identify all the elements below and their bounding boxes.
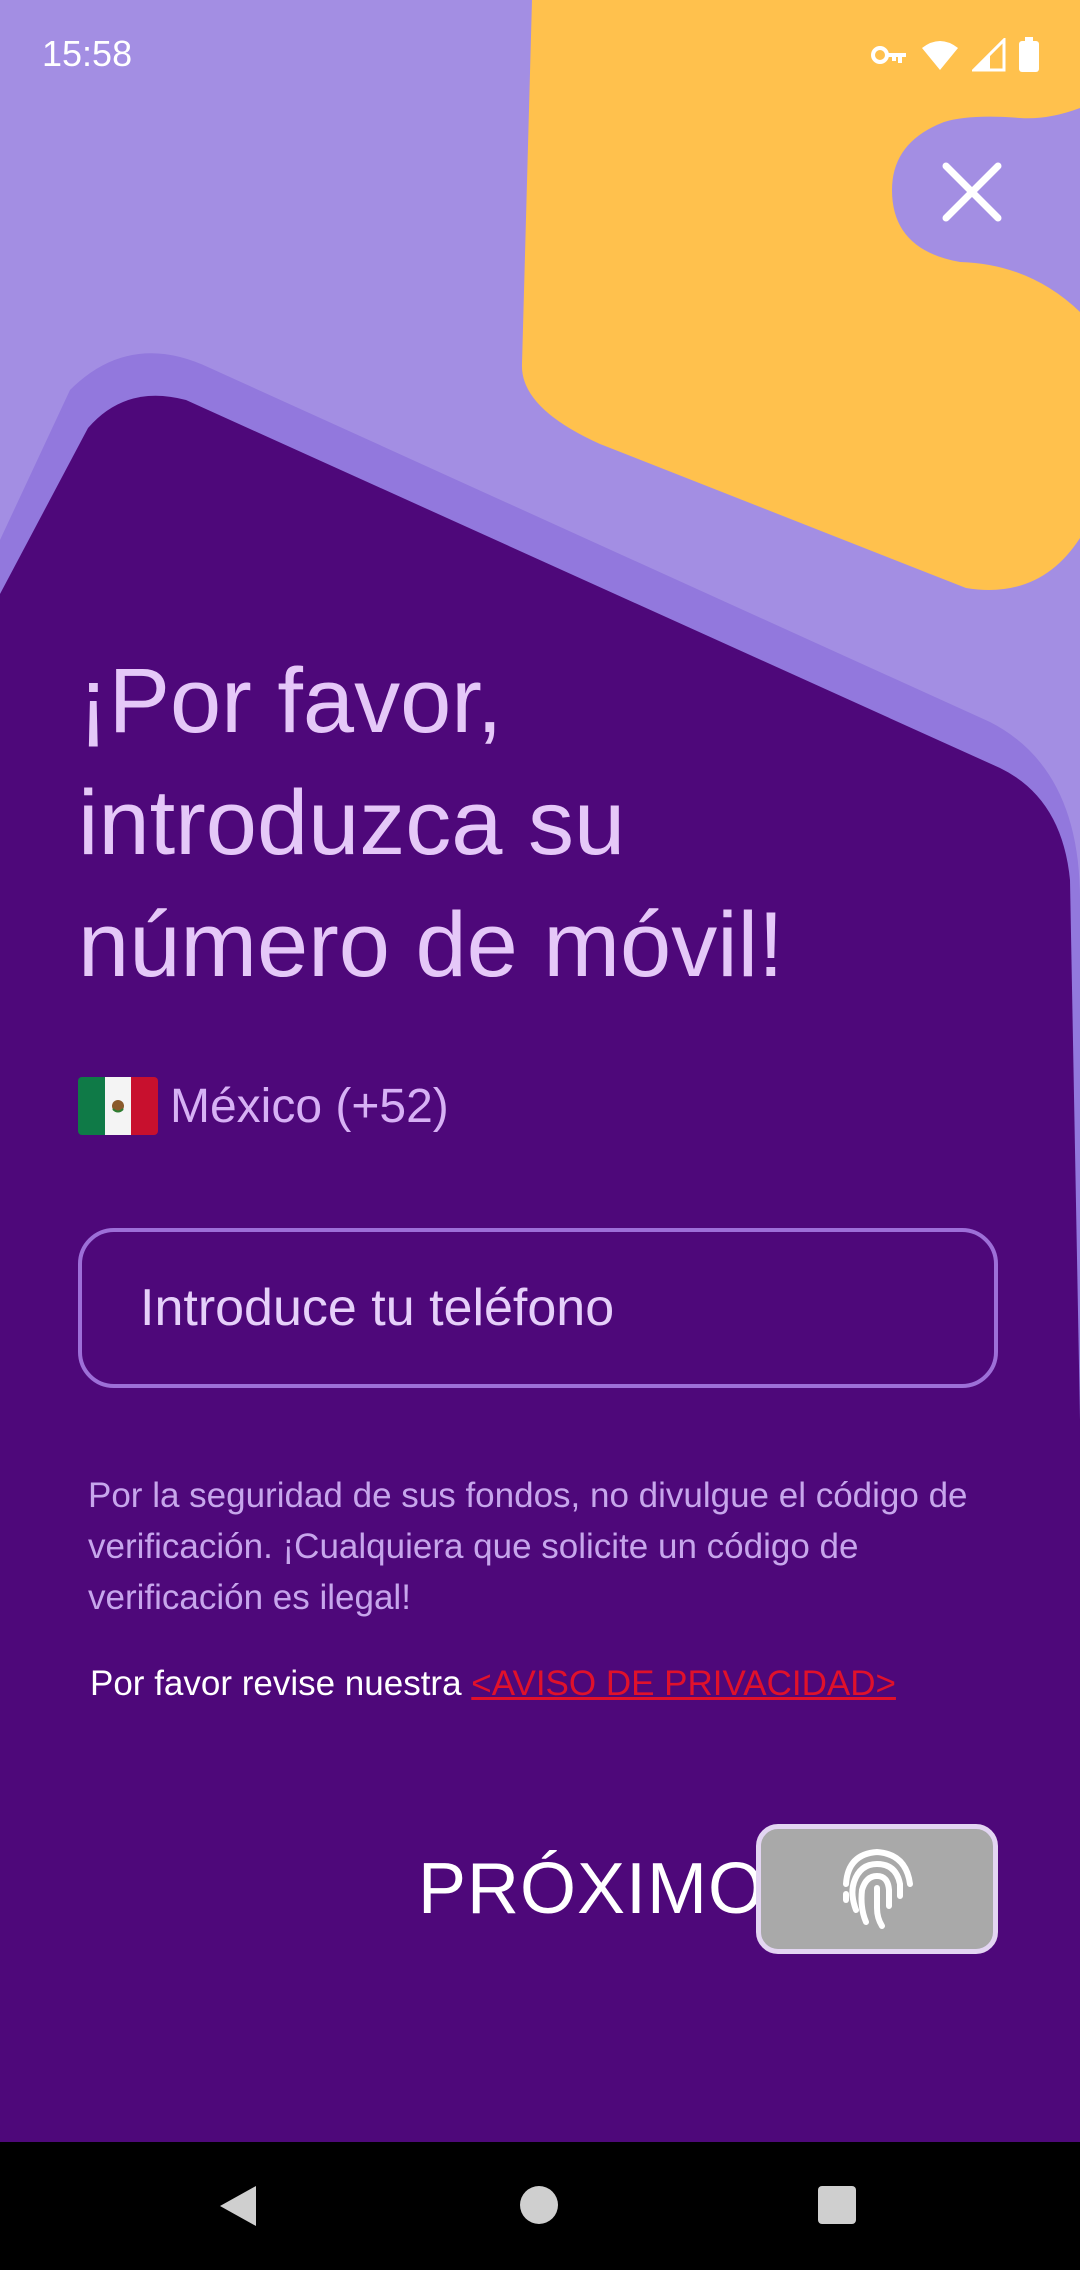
mexico-flag-icon xyxy=(78,1077,158,1135)
status-time: 15:58 xyxy=(42,33,133,74)
close-button[interactable] xyxy=(892,122,1080,262)
fingerprint-icon xyxy=(843,1848,913,1929)
title-line-3: número de móvil! xyxy=(78,894,784,996)
home-icon[interactable] xyxy=(520,2186,558,2224)
signal-icon xyxy=(972,38,1006,72)
country-label: México (+52) xyxy=(170,1079,449,1133)
status-bar: 15:58 xyxy=(0,0,1080,110)
title-line-1: ¡Por favor, xyxy=(78,650,503,752)
privacy-row: Por favor revise nuestra <AVISO DE PRIVA… xyxy=(90,1664,896,1704)
next-button[interactable] xyxy=(756,1824,998,1954)
status-icons xyxy=(870,34,1040,76)
key-icon xyxy=(871,46,906,64)
navigation-bar xyxy=(0,2142,1080,2270)
country-selector[interactable]: México (+52) xyxy=(78,1070,449,1142)
title-line-2: introduzca su xyxy=(78,772,626,874)
recents-icon[interactable] xyxy=(818,2186,856,2224)
phone-number-input[interactable] xyxy=(78,1228,998,1388)
back-icon[interactable] xyxy=(216,2184,260,2228)
wifi-icon xyxy=(922,41,958,70)
page-title: ¡Por favor, introduzca su número de móvi… xyxy=(78,640,978,1006)
close-icon xyxy=(942,162,1002,222)
security-notice: Por la seguridad de sus fondos, no divul… xyxy=(88,1476,968,1617)
privacy-prefix: Por favor revise nuestra xyxy=(90,1664,472,1703)
battery-icon xyxy=(1019,37,1039,72)
next-label: PRÓXIMO xyxy=(418,1849,766,1929)
privacy-notice-link[interactable]: <AVISO DE PRIVACIDAD> xyxy=(471,1664,896,1703)
